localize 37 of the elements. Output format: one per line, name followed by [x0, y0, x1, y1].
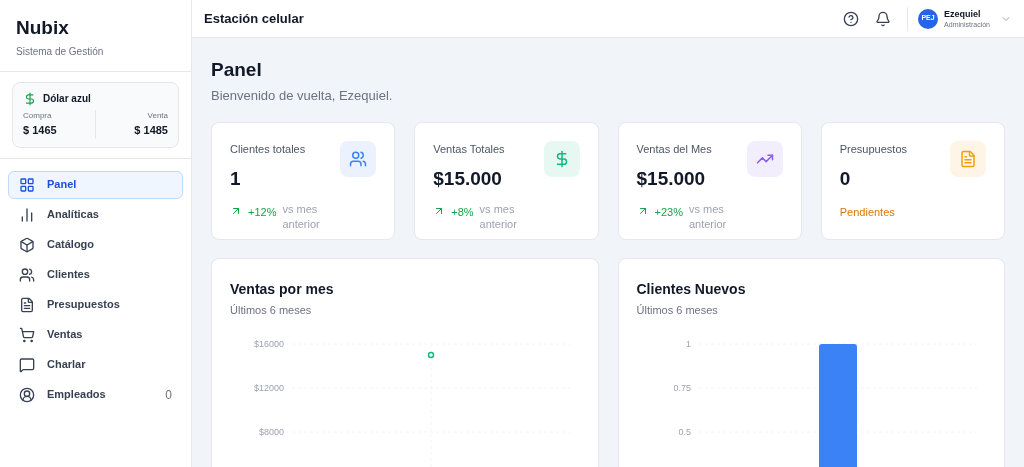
stat-label: Ventas Totales [433, 141, 506, 157]
page-title: Panel [211, 58, 263, 82]
axis-tick-label: 1 [685, 339, 691, 349]
stat-label: Ventas del Mes [636, 141, 713, 157]
chart-title: Clientes Nuevos [636, 279, 747, 299]
page-subtitle: Bienvenido de vuelta, Ezequiel. [211, 87, 394, 105]
item-count: 0 [165, 386, 172, 404]
sell-label: Venta [147, 110, 168, 122]
stat-note: vs mes anterior [282, 201, 321, 232]
stat-note: vs mes anterior [688, 201, 728, 232]
stat-note: Pendientes [839, 204, 896, 220]
chart-subtitle: Últimos 6 meses [230, 302, 313, 318]
stat-change: +12% [248, 204, 277, 220]
axis-tick-label: $16000 [253, 339, 284, 349]
buy-price: $ 1465 [23, 123, 58, 138]
stat-label: Clientes totales [230, 141, 307, 157]
stat-label: Presupuestos [839, 141, 908, 157]
brand-name: Nubix [16, 16, 70, 40]
stat-note: vs mes anterior [479, 201, 518, 232]
stat-value: 1 [230, 167, 242, 191]
dollar-title: Dólar azul [43, 92, 91, 106]
buy-label: Compra [23, 110, 53, 122]
axis-tick-label: $8000 [258, 427, 284, 437]
sell-price: $ 1485 [134, 123, 168, 138]
axis-tick-label: $12000 [253, 383, 284, 393]
header-title: Estación celular [204, 9, 305, 28]
axis-tick-label: 0.5 [678, 427, 691, 437]
chart-subtitle: Últimos 6 meses [636, 302, 719, 318]
stat-change: +23% [654, 204, 683, 220]
axis-tick-label: 0.75 [672, 383, 691, 393]
stat-value: 0 [839, 167, 852, 191]
user-name: Ezequiel [944, 9, 982, 19]
brand-subtitle: Sistema de Gestión [16, 45, 105, 59]
stat-value: $15.000 [636, 167, 707, 191]
chart-title: Ventas por mes [230, 279, 335, 299]
stat-change: +8% [451, 204, 474, 220]
stat-value: $15.000 [433, 167, 503, 191]
